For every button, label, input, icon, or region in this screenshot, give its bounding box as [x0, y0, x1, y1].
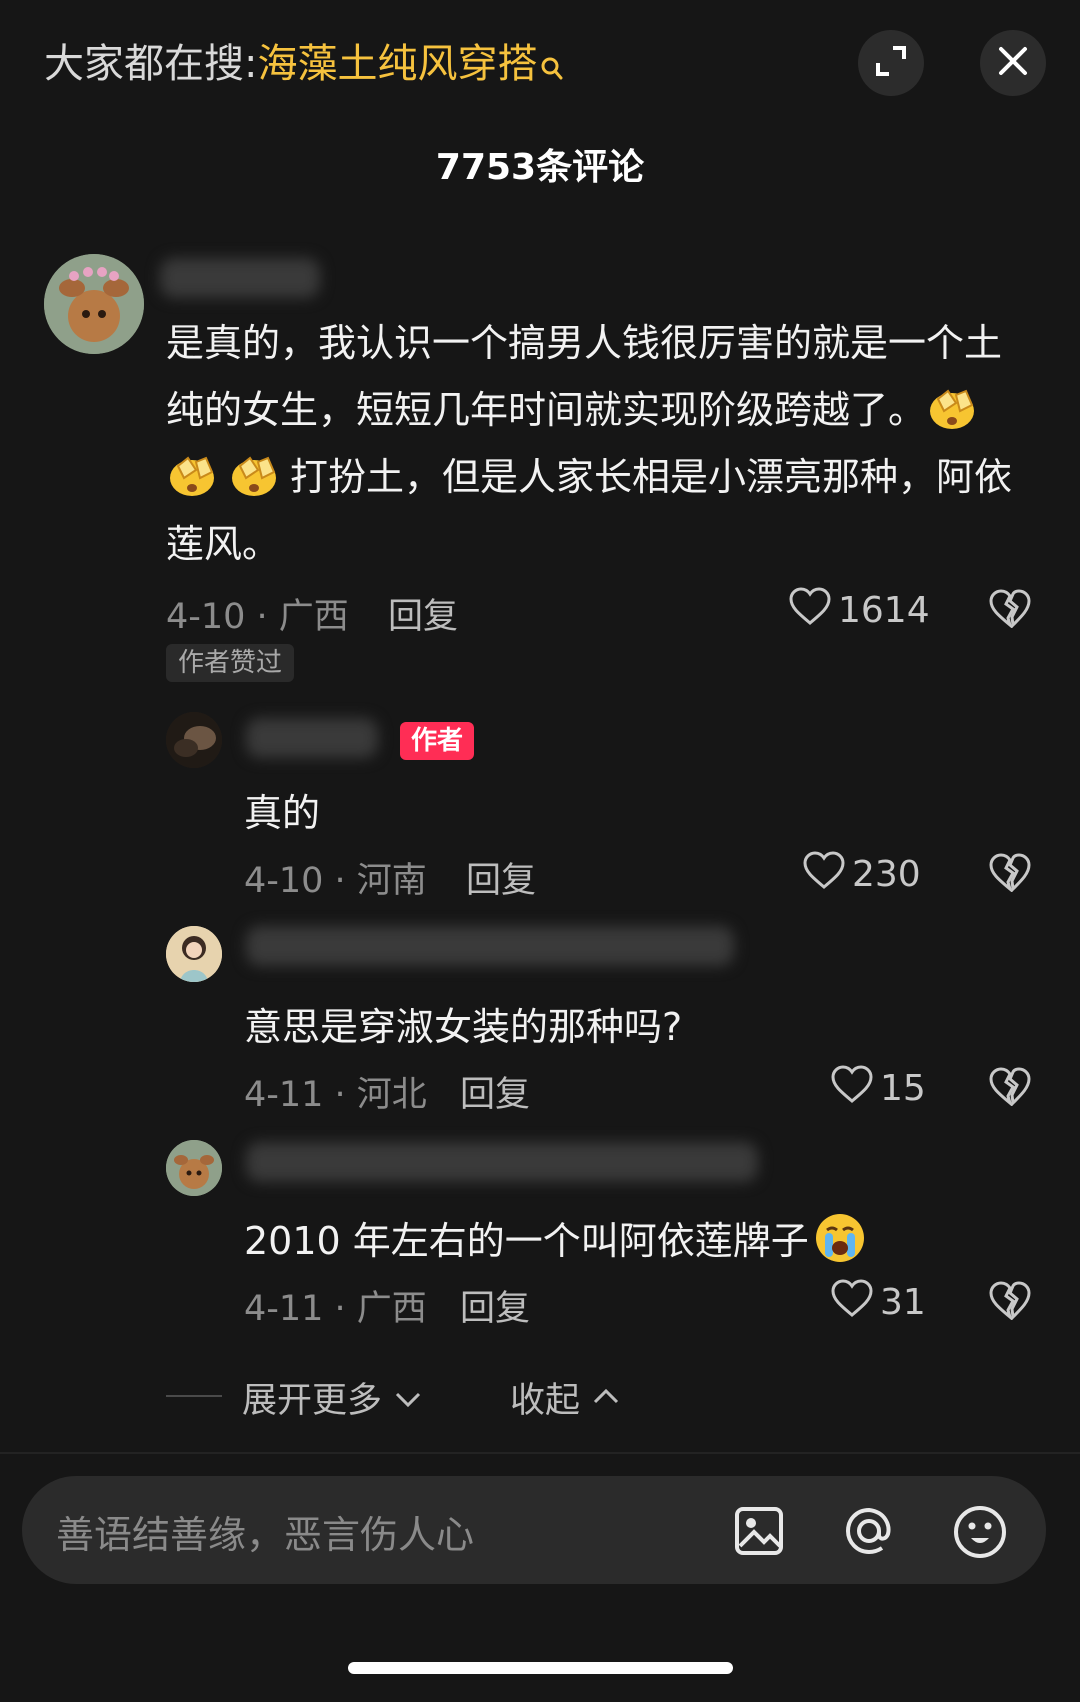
mention-button[interactable] [842, 1504, 896, 1562]
username-blurred[interactable] [246, 1142, 758, 1182]
like-count: 31 [880, 1282, 926, 1323]
smile-icon [952, 1506, 1008, 1564]
heart-icon [830, 1278, 874, 1327]
close-icon [997, 45, 1029, 81]
trending-search-prefix: 大家都在搜: [44, 41, 258, 87]
comment-text-part1: 是真的，我认识一个搞男人钱很厉害的就是一个土纯的女生，短短几年时间就实现阶级跨越… [166, 321, 1003, 432]
reply-date-location: 4-11 · 广西 [244, 1289, 427, 1329]
reply-button[interactable]: 回复 [460, 1280, 530, 1331]
like-button[interactable]: 1614 [788, 586, 930, 635]
comment-input-placeholder: 善语结善缘，恶言伤人心 [56, 1513, 475, 1557]
reply-text: 真的 [244, 791, 321, 835]
image-button[interactable] [734, 1506, 784, 1560]
author-badge: 作者 [400, 722, 475, 760]
username-blurred[interactable] [246, 926, 734, 966]
trending-search[interactable]: 大家都在搜:海藻土纯风穿搭 [44, 36, 563, 98]
username-blurred[interactable] [160, 258, 320, 298]
home-indicator[interactable] [348, 1662, 733, 1674]
dislike-button[interactable] [988, 1066, 1032, 1110]
expand-more-button[interactable]: 展开更多 [242, 1372, 423, 1423]
comment-text: 是真的，我认识一个搞男人钱很厉害的就是一个土纯的女生，短短几年时间就实现阶级跨越… [166, 310, 1036, 578]
broken-heart-icon [988, 1281, 1032, 1324]
avatar[interactable] [166, 712, 222, 768]
emoji-button[interactable] [952, 1504, 1008, 1564]
heart-icon [788, 586, 832, 635]
reply-text: 意思是穿淑女装的那种吗? [244, 1005, 683, 1049]
divider-line [166, 1395, 222, 1397]
avatar[interactable] [44, 254, 144, 354]
collapse-button[interactable]: 收起 [510, 1372, 621, 1423]
comment-text-part2: 打扮土，但是人家长相是小漂亮那种，阿依莲风。 [166, 455, 1013, 566]
reply-button[interactable]: 回复 [466, 852, 536, 903]
clapping-emoji [228, 452, 284, 500]
like-button[interactable]: 31 [830, 1278, 926, 1327]
avatar[interactable] [166, 1140, 222, 1196]
like-button[interactable]: 230 [802, 850, 921, 899]
chevron-up-icon [591, 1375, 621, 1415]
chevron-down-icon [393, 1379, 423, 1419]
reply-text-content: 2010 年左右的一个叫阿依莲牌子 [244, 1219, 809, 1263]
image-icon [734, 1507, 784, 1560]
broken-heart-icon [988, 589, 1032, 632]
bottom-divider [0, 1452, 1080, 1454]
avatar[interactable] [166, 926, 222, 982]
dislike-button[interactable] [988, 588, 1032, 632]
heart-icon [802, 850, 846, 899]
author-liked-tag: 作者赞过 [166, 644, 295, 682]
heart-icon [830, 1064, 874, 1113]
expand-button[interactable] [858, 30, 924, 96]
comment-count-title: 7753条评论 [435, 147, 645, 188]
reply-text: 2010 年左右的一个叫阿依莲牌子 [244, 1210, 867, 1273]
like-button[interactable]: 15 [830, 1064, 926, 1113]
like-count: 15 [880, 1068, 926, 1109]
reply-button[interactable]: 回复 [388, 588, 458, 639]
search-icon [541, 42, 563, 98]
expand-more-label: 展开更多 [242, 1381, 383, 1421]
reply-button[interactable]: 回复 [460, 1066, 530, 1117]
like-count: 230 [852, 854, 921, 895]
close-button[interactable] [980, 30, 1046, 96]
reply-date-location: 4-10 · 河南 [244, 861, 427, 901]
clapping-emoji [926, 385, 982, 433]
crying-emoji [813, 1212, 867, 1273]
comment-date-location: 4-10 · 广西 [166, 597, 349, 637]
dislike-button[interactable] [988, 1280, 1032, 1324]
expand-icon [874, 44, 908, 82]
broken-heart-icon [988, 1067, 1032, 1110]
like-count: 1614 [838, 590, 930, 631]
at-icon [842, 1507, 896, 1562]
clapping-emoji [166, 452, 222, 500]
broken-heart-icon [988, 853, 1032, 896]
username-blurred[interactable] [246, 718, 378, 758]
trending-search-term[interactable]: 海藻土纯风穿搭 [257, 41, 537, 87]
reply-date-location: 4-11 · 河北 [244, 1075, 427, 1115]
dislike-button[interactable] [988, 852, 1032, 896]
collapse-label: 收起 [510, 1381, 581, 1421]
